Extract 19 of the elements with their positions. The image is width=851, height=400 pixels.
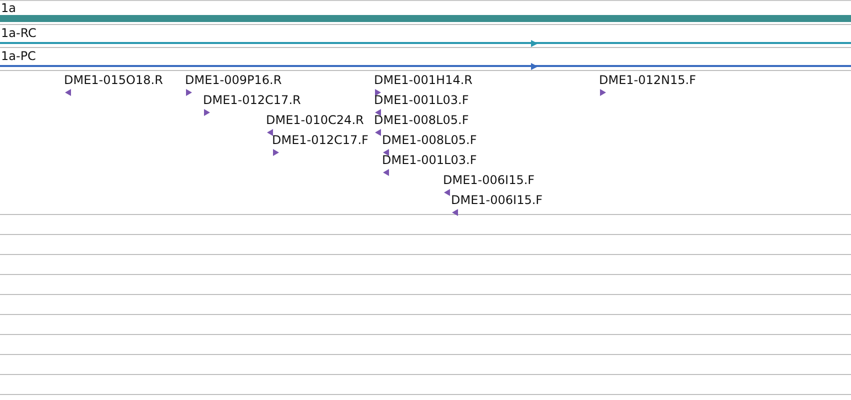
- feature-label[interactable]: DME1-001L03.F: [382, 153, 477, 167]
- feature-label[interactable]: DME1-010C24.R: [266, 113, 364, 127]
- feature-label[interactable]: DME1-001H14.R: [374, 73, 472, 87]
- track-label: 1a-RC: [0, 26, 36, 40]
- feature-label[interactable]: DME1-008L05.F: [382, 133, 477, 147]
- left-triangle-icon[interactable]: [383, 149, 389, 156]
- right-triangle-icon[interactable]: [375, 89, 381, 96]
- left-triangle-icon[interactable]: [375, 109, 381, 116]
- feature-label[interactable]: DME1-015O18.R: [64, 73, 163, 87]
- feature-label[interactable]: DME1-006I15.F: [451, 193, 543, 207]
- feature-label[interactable]: DME1-012C17.R: [203, 93, 301, 107]
- feature-label[interactable]: DME1-001L03.F: [374, 93, 469, 107]
- feature-label[interactable]: DME1-006I15.F: [443, 173, 535, 187]
- feature-label[interactable]: DME1-012N15.F: [599, 73, 696, 87]
- track-label: 1a-PC: [0, 49, 36, 63]
- feature-label[interactable]: DME1-012C17.F: [272, 133, 368, 147]
- track-label: 1a: [0, 1, 16, 15]
- feature-label[interactable]: DME1-008L05.F: [374, 113, 469, 127]
- feature-label[interactable]: DME1-009P16.R: [185, 73, 282, 87]
